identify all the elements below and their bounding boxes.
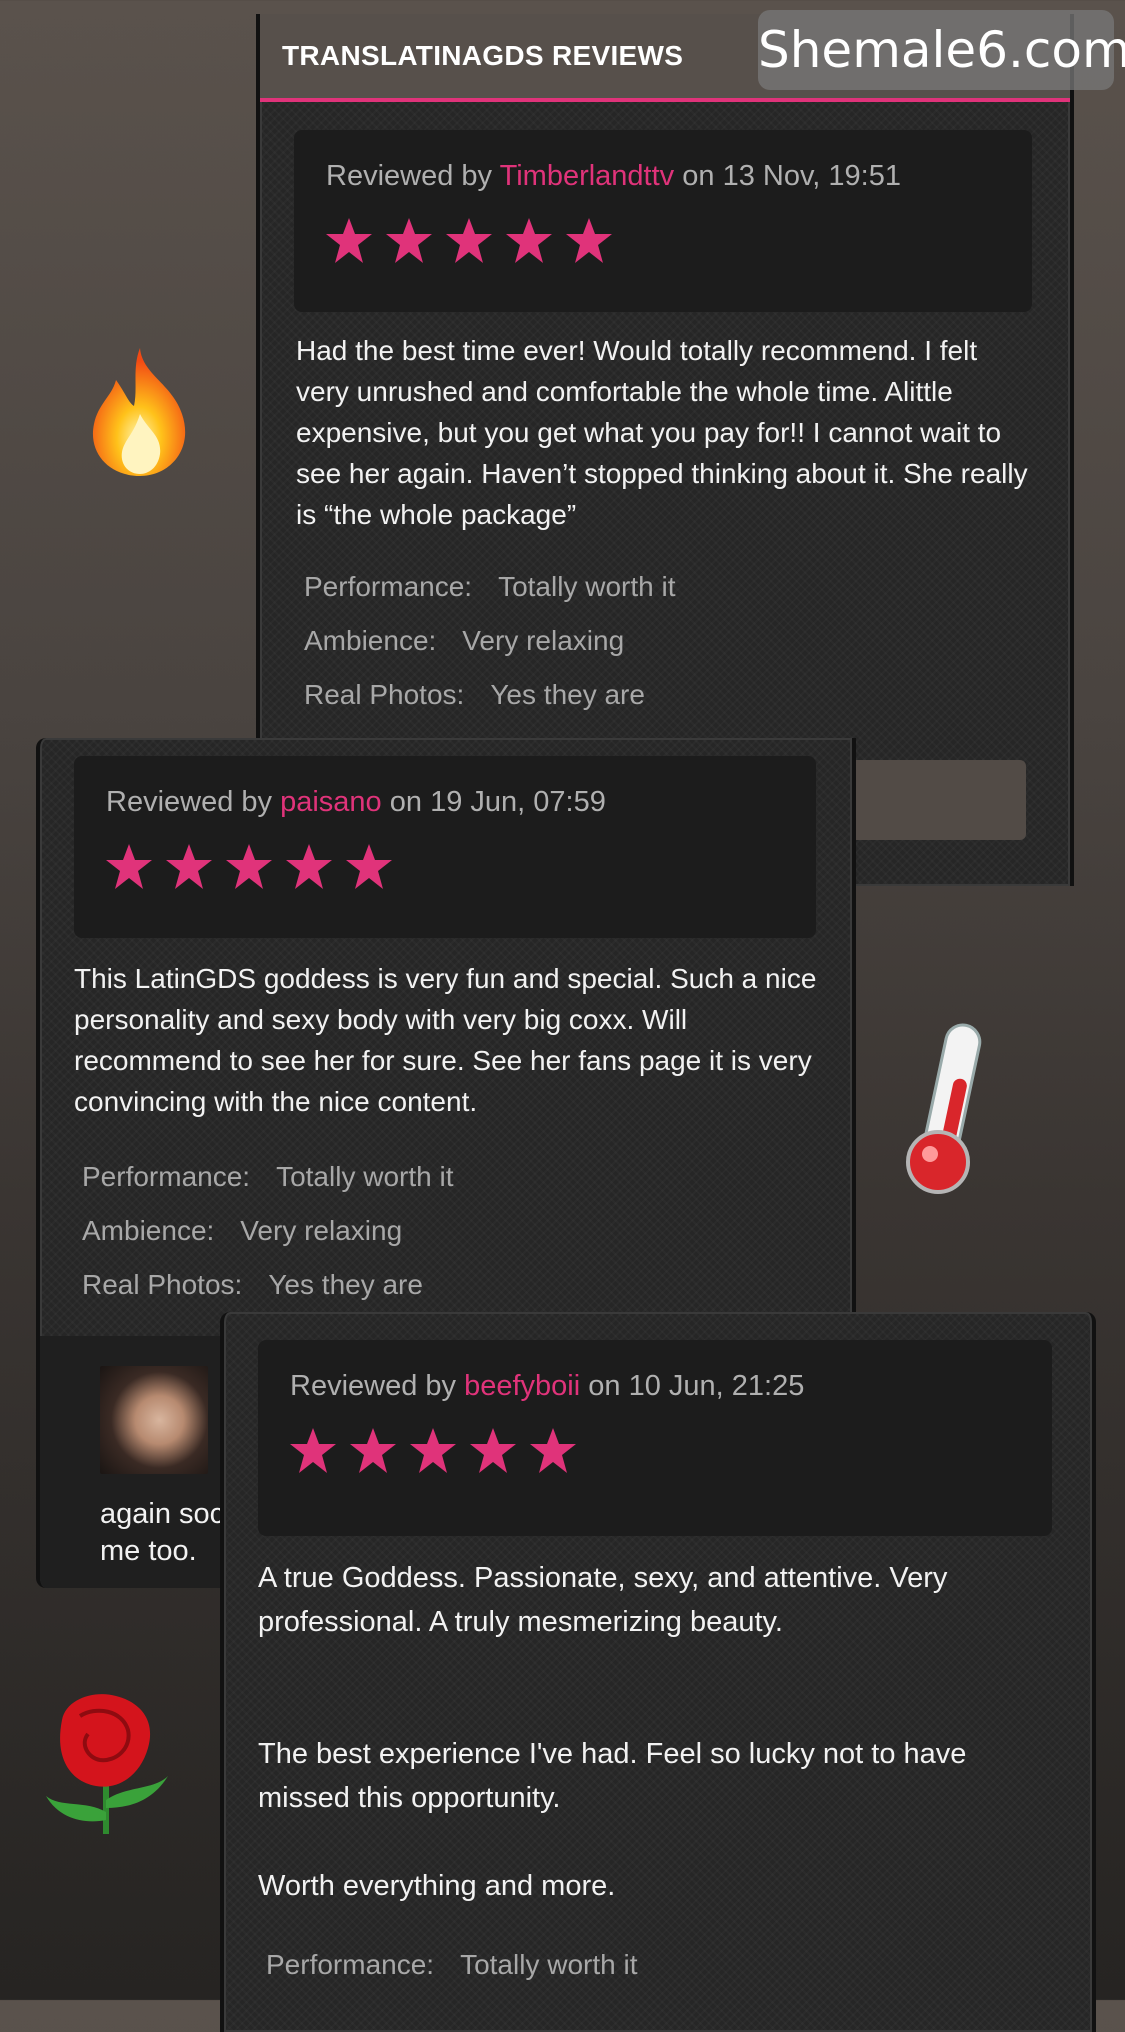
- review-ratings: Performance: Totally worth it Ambience: Ve…: [82, 1150, 453, 1312]
- star-icon: [290, 1428, 336, 1473]
- rating-value: Totally worth it: [276, 1161, 454, 1192]
- review-head: Reviewed by beefyboii on 10 Jun, 21:25: [258, 1340, 1052, 1536]
- review-text: This LatinGDS goddess is very fun and sp…: [74, 963, 817, 1117]
- star-icon: [286, 844, 332, 889]
- avatar: [100, 1366, 208, 1474]
- star-icon: [326, 218, 372, 263]
- star-icon: [506, 218, 552, 263]
- rating-label: Real Photos:: [304, 679, 465, 710]
- review-meta: Reviewed by beefyboii on 10 Jun, 21:25: [290, 1370, 804, 1403]
- section-title: TRANSLATINAGDS REVIEWS: [282, 40, 684, 71]
- review-head: Reviewed by Timberlandttv on 13 Nov, 19:…: [294, 130, 1032, 312]
- review-meta: Reviewed by paisano on 19 Jun, 07:59: [106, 786, 606, 819]
- rating-label: Ambience:: [304, 625, 437, 656]
- star-rating: [324, 216, 614, 266]
- reviewer-link[interactable]: Timberlandttv: [500, 160, 675, 192]
- rating-label: Performance:: [266, 1949, 435, 1980]
- reply-box: [850, 760, 1026, 840]
- rating-row: Performance: Totally worth it: [266, 1938, 637, 1992]
- review-paragraph: The best experience I've had. Feel so lu…: [258, 1738, 967, 1814]
- star-icon: [410, 1428, 456, 1473]
- review-ratings: Performance: Totally worth it: [266, 1938, 637, 1992]
- star-rating: [288, 1426, 578, 1476]
- rating-row: Performance: Totally worth it: [304, 560, 675, 614]
- star-rating: [104, 842, 394, 892]
- rating-value: Very relaxing: [240, 1215, 403, 1246]
- rating-row: Ambience: Very relaxing: [304, 614, 675, 668]
- rating-label: Performance:: [304, 571, 473, 602]
- reviewed-by-label: Reviewed by: [290, 1370, 457, 1402]
- reviewer-link[interactable]: beefyboii: [464, 1370, 580, 1402]
- review-paragraph: A true Goddess. Passionate, sexy, and at…: [258, 1562, 948, 1638]
- rose-icon: [36, 1690, 176, 1841]
- rating-value: Yes they are: [268, 1269, 423, 1300]
- rating-row: Ambience: Very relaxing: [82, 1204, 453, 1258]
- review-ratings: Performance: Totally worth it Ambience: Ve…: [304, 560, 675, 722]
- star-icon: [106, 844, 152, 889]
- review-head: Reviewed by paisano on 19 Jun, 07:59: [74, 756, 816, 938]
- review-date: on 19 Jun, 07:59: [389, 786, 606, 818]
- review-date: on 10 Jun, 21:25: [588, 1370, 805, 1402]
- review-paragraph: Worth everything and more.: [258, 1870, 616, 1902]
- reviewed-by-label: Reviewed by: [326, 160, 493, 192]
- star-icon: [530, 1428, 576, 1473]
- fire-icon: [82, 344, 198, 485]
- star-icon: [166, 844, 212, 889]
- review-card-3: Reviewed by beefyboii on 10 Jun, 21:25 A…: [220, 1312, 1096, 2032]
- thermometer-icon: [900, 1018, 990, 1203]
- rating-row: Real Photos: Yes they are: [304, 668, 675, 722]
- review-text: Had the best time ever! Would totally re…: [296, 335, 1028, 530]
- watermark: Shemale6.com: [758, 10, 1125, 90]
- rating-value: Yes they are: [490, 679, 645, 710]
- star-icon: [346, 844, 392, 889]
- rating-label: Ambience:: [82, 1215, 215, 1246]
- rating-value: Very relaxing: [462, 625, 625, 656]
- star-icon: [226, 844, 272, 889]
- review-text: A true Goddess. Passionate, sexy, and at…: [258, 1556, 1058, 1908]
- review-meta: Reviewed by Timberlandttv on 13 Nov, 19:…: [326, 160, 901, 193]
- reviewer-link[interactable]: paisano: [280, 786, 382, 818]
- rating-value: Totally worth it: [498, 571, 676, 602]
- star-icon: [566, 218, 612, 263]
- star-icon: [386, 218, 432, 263]
- reviewed-by-label: Reviewed by: [106, 786, 273, 818]
- reply-text: again soc me too.: [100, 1498, 225, 1567]
- star-icon: [446, 218, 492, 263]
- rating-label: Performance:: [82, 1161, 251, 1192]
- star-icon: [470, 1428, 516, 1473]
- rating-label: Real Photos:: [82, 1269, 243, 1300]
- rating-value: Totally worth it: [460, 1949, 638, 1980]
- rating-row: Performance: Totally worth it: [82, 1150, 453, 1204]
- rating-row: Real Photos: Yes they are: [82, 1258, 453, 1312]
- review-date: on 13 Nov, 19:51: [682, 160, 901, 192]
- star-icon: [350, 1428, 396, 1473]
